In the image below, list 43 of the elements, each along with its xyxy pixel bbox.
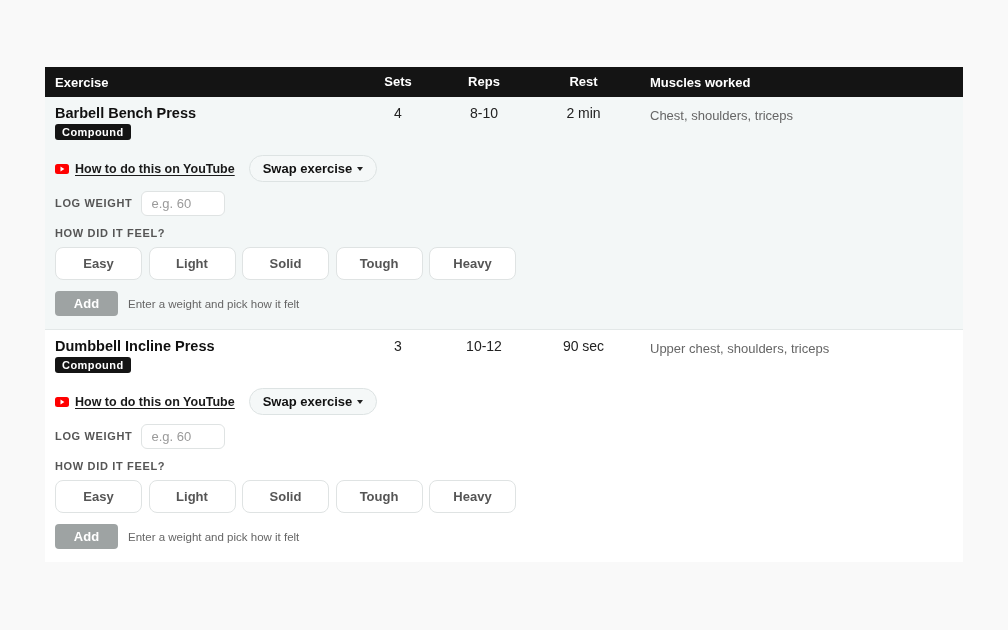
caret-icon (357, 166, 364, 171)
column-header: Muscles worked (650, 75, 751, 90)
feel-option[interactable]: Tough (335, 480, 423, 513)
weight-input[interactable]: e.g. 60 (141, 191, 226, 216)
feel-option[interactable]: Light (148, 480, 236, 513)
rest-value: 90 sec (562, 337, 605, 356)
log-weight-label: LOG WEIGHT (55, 196, 133, 212)
feel-option[interactable]: Solid (242, 480, 329, 513)
exercise-name: Dumbbell Incline Press (55, 337, 215, 356)
caret-icon (357, 399, 364, 404)
sets-value: 3 (394, 337, 402, 356)
reps-value: 10-12 (466, 337, 502, 356)
column-header: Sets (384, 73, 412, 92)
column-header: Rest (569, 73, 598, 92)
weight-input[interactable]: e.g. 60 (141, 424, 226, 449)
reps-value: 8-10 (470, 104, 498, 123)
feel-option[interactable]: Tough (335, 247, 423, 280)
feel-option[interactable]: Heavy (429, 247, 516, 280)
feel-option[interactable]: Easy (55, 480, 142, 513)
video-play-icon (55, 163, 69, 174)
column-header: Exercise (55, 75, 109, 90)
feel-option[interactable]: Solid (242, 247, 329, 280)
video-play-icon (55, 396, 69, 407)
sets-value: 4 (394, 104, 402, 123)
feel-option[interactable]: Light (148, 247, 236, 280)
feel-option[interactable]: Heavy (429, 480, 516, 513)
exercise-name: Barbell Bench Press (55, 104, 197, 123)
swap-exercise-button[interactable]: Swap exercise (248, 388, 378, 415)
hint-text: Enter a weight and pick how it felt (128, 296, 300, 312)
feel-label: HOW DID IT FEEL? (55, 459, 166, 473)
column-header: Reps (468, 73, 500, 92)
feel-label: HOW DID IT FEEL? (55, 226, 166, 240)
hint-text: Enter a weight and pick how it felt (128, 529, 300, 545)
log-weight-label: LOG WEIGHT (55, 429, 133, 445)
exercise-tag: Compound (55, 357, 131, 373)
muscles-text: Upper chest, shoulders, triceps (650, 341, 830, 356)
video-link[interactable]: How to do this on YouTube (75, 393, 235, 410)
feel-option[interactable]: Easy (55, 247, 142, 280)
rest-value: 2 min (566, 104, 601, 123)
swap-exercise-button[interactable]: Swap exercise (248, 155, 378, 182)
video-link[interactable]: How to do this on YouTube (75, 160, 235, 177)
exercise-tag: Compound (55, 124, 131, 140)
muscles-text: Chest, shoulders, triceps (650, 108, 794, 123)
